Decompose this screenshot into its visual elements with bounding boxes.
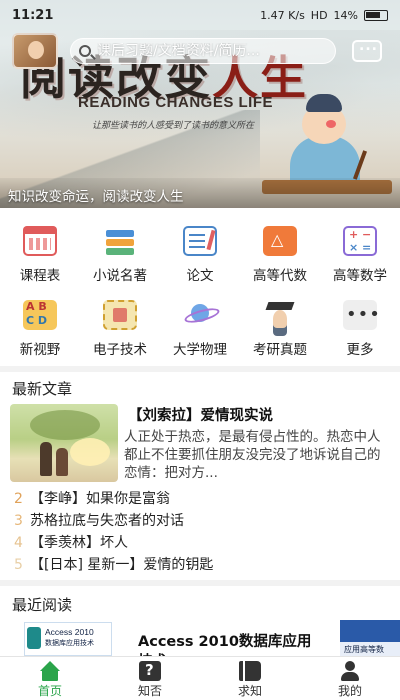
search-icon (79, 45, 91, 57)
list-item[interactable]: 5 【[日本] 星新一】爱情的钥匙 (14, 554, 384, 576)
list-item-title: 苏格拉底与失恋者的对话 (30, 513, 184, 529)
divider (0, 580, 400, 586)
banner-subtitle-en: READING CHANGES LIFE (78, 94, 274, 111)
category-label: 新视野 (19, 342, 61, 358)
publisher-logo-icon (27, 627, 41, 649)
list-item[interactable]: 4 【季羡林】坏人 (14, 532, 384, 554)
article-title: 【刘索拉】爱情现实说 (128, 408, 273, 424)
signal-label: HD (310, 8, 328, 22)
paper-icon (183, 226, 217, 256)
list-item-title: 【季羡林】坏人 (30, 535, 128, 551)
status-time: 11:21 (12, 7, 54, 23)
category-algebra[interactable]: 高等代数 (240, 220, 320, 292)
category-math[interactable]: 高等数学 (320, 220, 400, 292)
graduate-icon (263, 300, 297, 330)
divider (0, 366, 400, 372)
battery-level: 14% (333, 8, 358, 22)
rank-number: 3 (14, 513, 23, 529)
avatar[interactable] (12, 33, 58, 69)
category-timetable[interactable]: 课程表 (0, 220, 80, 292)
category-novels[interactable]: 小说名著 (80, 220, 160, 292)
list-item[interactable]: 2 【李峥】如果你是富翁 (14, 488, 384, 510)
category-physics[interactable]: 大学物理 (160, 294, 240, 366)
rank-number: 5 (14, 557, 23, 573)
math-icon (343, 226, 377, 256)
tab-label: 求知 (237, 684, 262, 698)
abc-icon (23, 300, 57, 330)
rank-number: 4 (14, 535, 23, 551)
network-speed: 1.47 K/s (260, 8, 305, 22)
planet-icon (183, 300, 217, 330)
search-input[interactable] (97, 43, 327, 59)
recent-reading-list: Access 2010 数据库应用技术 Access 2010数据库应用技术 应… (0, 614, 400, 656)
category-more[interactable]: 更多 (320, 294, 400, 366)
book-title[interactable]: Access 2010数据库应用技术 (138, 632, 318, 656)
list-item-title: 【李峥】如果你是富翁 (30, 491, 170, 507)
category-label: 考研真题 (253, 342, 307, 358)
section-title-latest: 最新文章 (10, 380, 75, 398)
category-papers[interactable]: 论文 (160, 220, 240, 292)
list-item[interactable]: 3 苏格拉底与失恋者的对话 (14, 510, 384, 532)
message-icon[interactable] (352, 38, 382, 62)
category-label: 课程表 (19, 268, 61, 284)
category-label: 论文 (186, 268, 214, 284)
category-electronics[interactable]: 电子技术 (80, 294, 160, 366)
featured-article[interactable]: 【刘索拉】爱情现实说 人正处于热恋，是最有侵占性的。热恋中人都止不住要抓住朋友没… (10, 404, 390, 482)
search-row (0, 33, 400, 69)
book-icon (239, 661, 261, 681)
more-icon (343, 300, 381, 330)
article-thumbnail (10, 404, 118, 482)
book-cover[interactable]: Access 2010 数据库应用技术 (24, 622, 112, 656)
banner[interactable]: 阅读改变人生 READING CHANGES LIFE 让那些读书的人感受到了读… (0, 0, 400, 208)
user-icon (339, 661, 361, 681)
category-label: 小说名著 (93, 268, 147, 284)
tab-home[interactable]: 首页 (0, 657, 100, 700)
cover-title: Access 2010 (45, 627, 94, 637)
list-item-title: 【[日本] 星新一】爱情的钥匙 (30, 557, 214, 573)
category-label: 大学物理 (173, 342, 227, 358)
banner-subtitle-cn: 让那些读书的人感受到了读书的意义所在 (92, 121, 255, 131)
tab-zhifou[interactable]: 知否 (100, 657, 200, 700)
bottom-nav: 首页 知否 求知 我的 (0, 656, 400, 700)
rank-number: 2 (14, 491, 23, 507)
status-bar: 11:21 1.47 K/s HD 14% (0, 0, 400, 30)
home-icon (39, 661, 61, 681)
category-label: 高等数学 (333, 268, 387, 284)
banner-caption: 知识改变命运，阅读改变人生 (8, 189, 184, 205)
tab-qiuzhi[interactable]: 求知 (200, 657, 300, 700)
status-icons: 1.47 K/s HD 14% (260, 9, 388, 22)
category-label: 更多 (346, 342, 374, 358)
category-new-horizon[interactable]: 新视野 (0, 294, 80, 366)
category-label: 高等代数 (253, 268, 307, 284)
tab-mine[interactable]: 我的 (300, 657, 400, 700)
calendar-icon (23, 226, 57, 256)
cover-title: 应用高等数 (344, 645, 384, 654)
tab-label: 我的 (337, 684, 362, 698)
book-cover[interactable]: 应用高等数 (340, 620, 400, 656)
tab-label: 首页 (37, 684, 62, 698)
algebra-icon (263, 226, 297, 256)
cover-subtitle: 数据库应用技术 (45, 639, 94, 647)
article-excerpt: 人正处于热恋，是最有侵占性的。热恋中人都止不住要抓住朋友没完没了地诉说自己的恋情… (124, 429, 381, 481)
tab-label: 知否 (137, 684, 162, 698)
category-exam[interactable]: 考研真题 (240, 294, 320, 366)
section-title-recent: 最近阅读 (10, 596, 75, 614)
chip-icon (103, 300, 137, 330)
question-icon (139, 661, 161, 681)
category-grid: 课程表 小说名著 论文 高等代数 高等数学 新视野 电子技术 大学物理 考研真题… (0, 220, 400, 365)
category-label: 电子技术 (93, 342, 147, 358)
search-bar[interactable] (70, 38, 336, 64)
battery-icon (364, 9, 388, 21)
books-icon (103, 226, 137, 256)
